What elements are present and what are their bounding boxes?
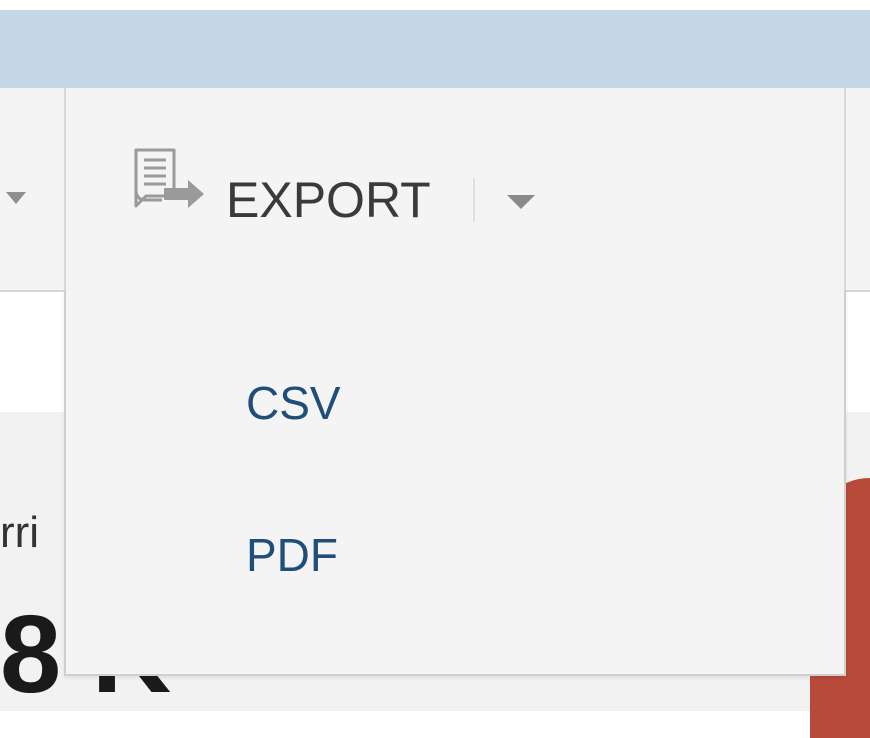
toolbar-divider [64, 88, 66, 292]
menu-item-pdf[interactable]: PDF [246, 528, 338, 582]
toolbar-divider [844, 88, 846, 292]
export-document-icon [134, 148, 204, 208]
export-label: EXPORT [226, 172, 431, 228]
menu-item-csv[interactable]: CSV [246, 376, 341, 430]
export-dropdown-menu: CSV PDF [64, 290, 846, 676]
caret-down-icon[interactable] [506, 195, 535, 209]
split-button-separator [472, 178, 475, 222]
top-header-band [0, 10, 870, 90]
metric-label: rri [0, 508, 40, 557]
export-button[interactable]: EXPORT [128, 130, 788, 260]
chevron-down-icon[interactable] [6, 192, 26, 204]
